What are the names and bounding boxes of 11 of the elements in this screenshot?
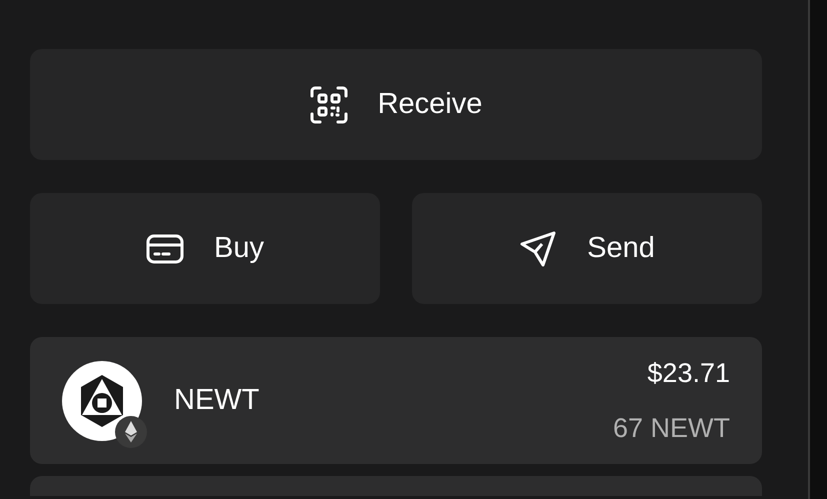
credit-card-icon bbox=[146, 234, 184, 264]
qr-code-icon bbox=[310, 86, 348, 124]
ethereum-icon bbox=[114, 414, 148, 448]
paper-plane-icon bbox=[519, 230, 558, 268]
token-symbol: NEWT bbox=[174, 382, 260, 418]
token-value: $23.71 bbox=[647, 357, 730, 390]
token-amount: 67 NEWT bbox=[612, 412, 730, 444]
receive-button[interactable]: Receive bbox=[30, 49, 762, 160]
send-button[interactable]: Send bbox=[412, 193, 762, 304]
buy-button[interactable]: Buy bbox=[30, 193, 380, 304]
token-row[interactable]: NEWT $23.71 67 NEWT bbox=[30, 337, 762, 464]
